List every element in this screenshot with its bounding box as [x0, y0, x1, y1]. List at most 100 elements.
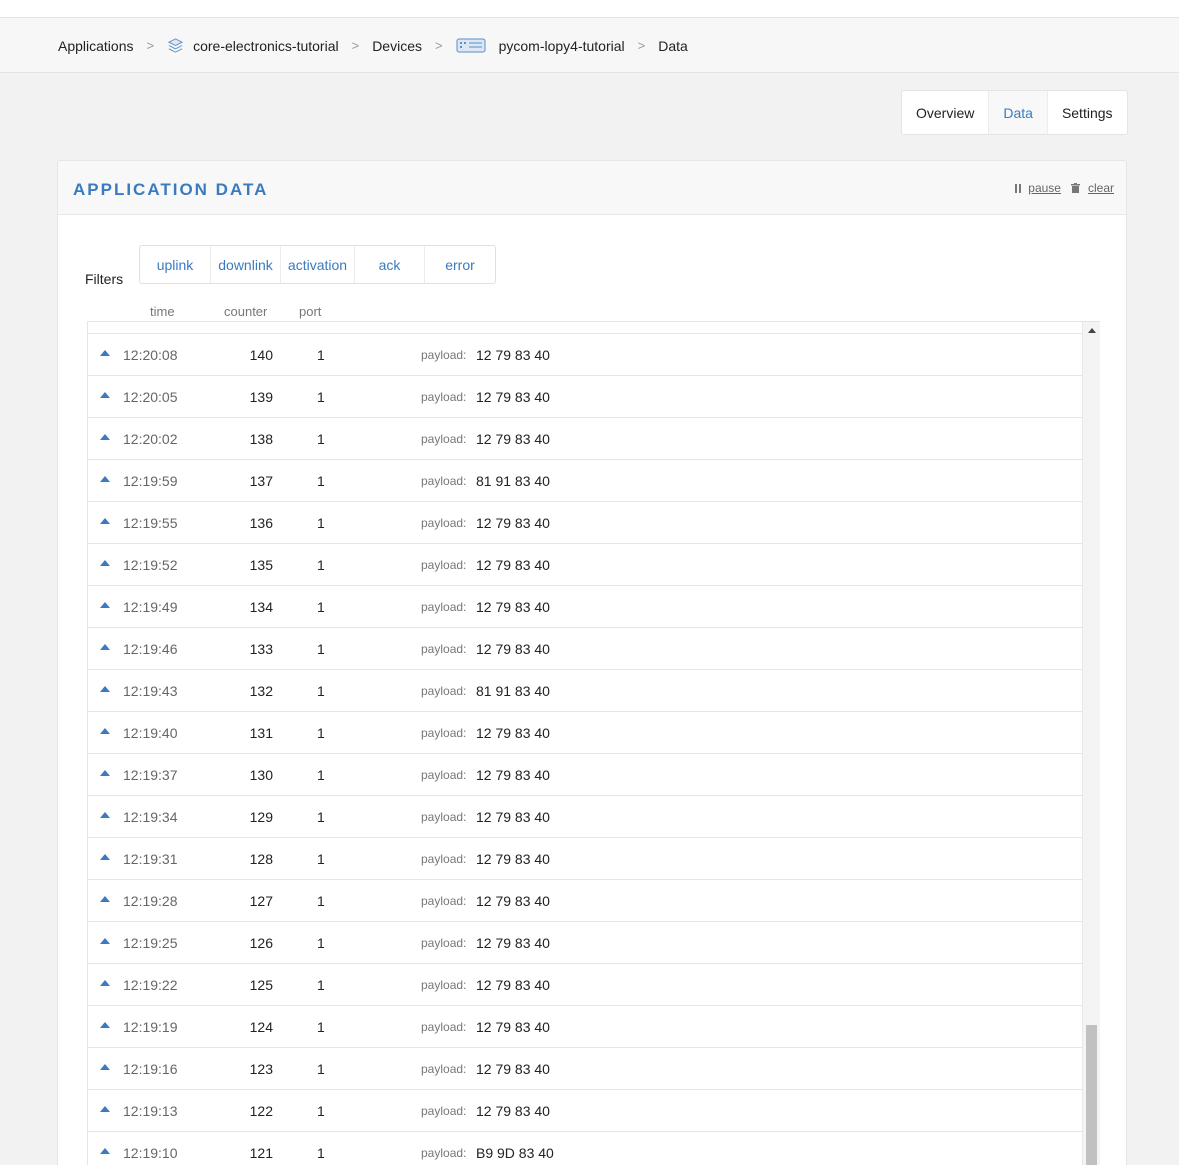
message-port: 1	[317, 431, 325, 447]
message-row[interactable]: 12:19:52 135 1 payload: 12 79 83 40	[88, 544, 1082, 586]
message-row[interactable]: 12:19:31 128 1 payload: 12 79 83 40	[88, 838, 1082, 880]
clear-button[interactable]: clear	[1070, 181, 1114, 195]
panel-header: APPLICATION DATA pause clear	[58, 161, 1126, 215]
message-port: 1	[317, 683, 325, 699]
payload-label: payload:	[421, 558, 467, 572]
filter-activation[interactable]: activation	[281, 246, 355, 283]
scroll-up-arrow-icon[interactable]	[1088, 328, 1096, 333]
trash-icon	[1070, 183, 1080, 193]
payload-label: payload:	[421, 978, 467, 992]
tab-data[interactable]: Data	[989, 91, 1048, 134]
message-port: 1	[317, 1019, 325, 1035]
message-payload: 12 79 83 40	[476, 809, 550, 825]
message-counter: 125	[249, 977, 273, 993]
filter-group: uplink downlink activation ack error	[139, 245, 496, 284]
message-port: 1	[317, 473, 325, 489]
payload-label: payload:	[421, 1062, 467, 1076]
message-row[interactable]: 12:19:28 127 1 payload: 12 79 83 40	[88, 880, 1082, 922]
message-counter: 139	[249, 389, 273, 405]
device-icon	[456, 38, 486, 53]
message-port: 1	[317, 935, 325, 951]
message-row[interactable]: 12:19:40 131 1 payload: 12 79 83 40	[88, 712, 1082, 754]
message-row[interactable]: 12:20:02 138 1 payload: 12 79 83 40	[88, 418, 1082, 460]
message-payload: 12 79 83 40	[476, 515, 550, 531]
tab-settings[interactable]: Settings	[1048, 91, 1127, 134]
breadcrumb-device[interactable]: pycom-lopy4-tutorial	[456, 37, 625, 54]
column-header-port: port	[299, 304, 322, 319]
payload-label: payload:	[421, 810, 467, 824]
message-list: 12:20:08 140 1 payload: 12 79 83 40 12:20:05 1…	[88, 322, 1082, 1165]
message-row[interactable]: 12:19:10 121 1 payload: B9 9D 83 40	[88, 1132, 1082, 1165]
message-time: 12:19:59	[123, 473, 178, 489]
filter-uplink[interactable]: uplink	[140, 246, 211, 283]
message-row[interactable]: 12:19:37 130 1 payload: 12 79 83 40	[88, 754, 1082, 796]
filter-error[interactable]: error	[425, 246, 495, 283]
message-row[interactable]: 12:19:16 123 1 payload: 12 79 83 40	[88, 1048, 1082, 1090]
message-counter: 129	[249, 809, 273, 825]
message-row[interactable]: 12:19:13 122 1 payload: 12 79 83 40	[88, 1090, 1082, 1132]
uplink-arrow-icon	[100, 1064, 110, 1070]
payload-label: payload:	[421, 684, 467, 698]
message-time: 12:19:28	[123, 893, 178, 909]
uplink-arrow-icon	[100, 1106, 110, 1112]
message-counter: 138	[249, 431, 273, 447]
uplink-arrow-icon	[100, 770, 110, 776]
message-row[interactable]: 12:19:19 124 1 payload: 12 79 83 40	[88, 1006, 1082, 1048]
message-time: 12:19:43	[123, 683, 178, 699]
message-row[interactable]: 12:19:34 129 1 payload: 12 79 83 40	[88, 796, 1082, 838]
uplink-arrow-icon	[100, 644, 110, 650]
message-row[interactable]: 12:19:43 132 1 payload: 81 91 83 40	[88, 670, 1082, 712]
message-port: 1	[317, 893, 325, 909]
uplink-arrow-icon	[100, 560, 110, 566]
panel-title: APPLICATION DATA	[73, 180, 269, 199]
message-row[interactable]: 12:19:25 126 1 payload: 12 79 83 40	[88, 922, 1082, 964]
payload-label: payload:	[421, 894, 467, 908]
column-header-counter: counter	[224, 304, 268, 319]
payload-label: payload:	[421, 432, 467, 446]
message-row[interactable]: 12:19:22 125 1 payload: 12 79 83 40	[88, 964, 1082, 1006]
message-counter: 134	[249, 599, 273, 615]
payload-label: payload:	[421, 642, 467, 656]
message-row[interactable]: 12:19:49 134 1 payload: 12 79 83 40	[88, 586, 1082, 628]
payload-label: payload:	[421, 348, 467, 362]
message-counter: 133	[249, 641, 273, 657]
filters-label: Filters	[85, 271, 124, 287]
breadcrumb-bar: Applications > core-electronics-tutorial…	[0, 18, 1179, 73]
message-counter: 137	[249, 473, 273, 489]
breadcrumb-applications[interactable]: Applications	[58, 38, 134, 54]
message-counter: 132	[249, 683, 273, 699]
message-row[interactable]: 12:19:55 136 1 payload: 12 79 83 40	[88, 502, 1082, 544]
breadcrumb: Applications > core-electronics-tutorial…	[58, 18, 688, 73]
application-data-panel: APPLICATION DATA pause clear Filters upl…	[57, 160, 1127, 1165]
scrollbar[interactable]	[1082, 322, 1100, 1165]
breadcrumb-separator: >	[434, 38, 443, 53]
uplink-arrow-icon	[100, 728, 110, 734]
payload-label: payload:	[421, 1020, 467, 1034]
scroll-thumb[interactable]	[1086, 1025, 1097, 1165]
message-payload: 81 91 83 40	[476, 683, 550, 699]
filter-downlink[interactable]: downlink	[211, 246, 281, 283]
payload-label: payload:	[421, 516, 467, 530]
filter-ack[interactable]: ack	[355, 246, 425, 283]
uplink-arrow-icon	[100, 1148, 110, 1154]
uplink-arrow-icon	[100, 350, 110, 356]
breadcrumb-device-label: pycom-lopy4-tutorial	[498, 37, 625, 54]
message-port: 1	[317, 515, 325, 531]
message-counter: 121	[249, 1145, 273, 1161]
message-row[interactable]: 12:20:08 140 1 payload: 12 79 83 40	[88, 334, 1082, 376]
payload-label: payload:	[421, 726, 467, 740]
message-row[interactable]: 12:20:05 139 1 payload: 12 79 83 40	[88, 376, 1082, 418]
breadcrumb-application-label: core-electronics-tutorial	[193, 37, 339, 54]
message-row[interactable]: 12:19:46 133 1 payload: 12 79 83 40	[88, 628, 1082, 670]
breadcrumb-application[interactable]: core-electronics-tutorial	[167, 37, 339, 54]
breadcrumb-devices[interactable]: Devices	[372, 38, 422, 54]
message-payload: 12 79 83 40	[476, 767, 550, 783]
clear-label: clear	[1087, 181, 1114, 195]
message-time: 12:19:19	[123, 1019, 178, 1035]
tab-overview[interactable]: Overview	[902, 91, 990, 134]
message-row[interactable]: 12:19:59 137 1 payload: 81 91 83 40	[88, 460, 1082, 502]
uplink-arrow-icon	[100, 476, 110, 482]
pause-button[interactable]: pause	[1015, 181, 1061, 195]
message-payload: 12 79 83 40	[476, 935, 550, 951]
message-counter: 124	[249, 1019, 273, 1035]
